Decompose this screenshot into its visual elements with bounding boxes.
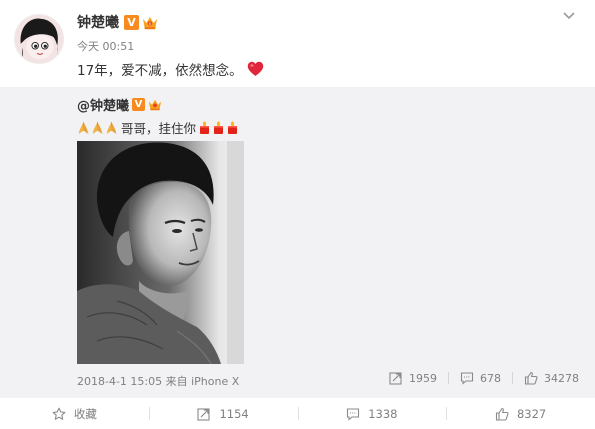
comment-label: 1338 bbox=[368, 406, 398, 421]
repost-like-count[interactable]: 34278 bbox=[524, 371, 579, 385]
reposted-weibo: @钟楚曦 V 哥哥，挂住你 2018-4-1 15:05 来自 iPhone X… bbox=[0, 87, 595, 398]
forward-label: 1154 bbox=[219, 406, 249, 421]
pray-emoji-icon bbox=[92, 121, 103, 134]
repost-like-label: 34278 bbox=[544, 371, 579, 385]
repost-text: 哥哥，挂住你 bbox=[77, 118, 240, 137]
forward-button[interactable]: 1154 bbox=[148, 398, 298, 429]
repost-author-name[interactable]: @钟楚曦 bbox=[77, 95, 129, 114]
svg-text:6: 6 bbox=[149, 22, 151, 26]
verified-badge-icon: V bbox=[132, 98, 146, 111]
comment-icon bbox=[347, 407, 360, 421]
repost-comment-label: 678 bbox=[480, 371, 501, 385]
chevron-down-icon[interactable] bbox=[561, 10, 577, 22]
thumbs-up-icon bbox=[524, 371, 538, 385]
post-text-content: 17年，爱不减，依然想念。 bbox=[77, 63, 243, 79]
action-bar: 收藏 1154 1338 8327 bbox=[0, 398, 595, 429]
repost-meta[interactable]: 2018-4-1 15:05 来自 iPhone X bbox=[77, 373, 239, 389]
pray-emoji-icon bbox=[106, 121, 117, 134]
candle-emoji-icon bbox=[214, 120, 224, 134]
star-icon bbox=[52, 407, 66, 420]
weibo-post-card: 钟楚曦 V 6 今天 00:51 17年，爱不减，依然想念。 @钟楚曦 V 哥哥… bbox=[0, 0, 595, 429]
heart-emoji-icon bbox=[247, 61, 263, 76]
like-label: 8327 bbox=[516, 406, 547, 421]
author-avatar[interactable] bbox=[14, 14, 64, 64]
comment-icon bbox=[460, 372, 474, 385]
verified-badge-icon: V bbox=[124, 14, 139, 30]
candle-emoji-icon bbox=[200, 120, 210, 134]
post-time[interactable]: 今天 00:51 bbox=[77, 38, 134, 54]
repost-stats: 1959 678 34278 bbox=[389, 371, 579, 385]
comment-button[interactable]: 1338 bbox=[297, 398, 447, 429]
like-button[interactable]: 8327 bbox=[446, 398, 595, 429]
repost-author-row: @钟楚曦 V bbox=[77, 95, 162, 114]
pray-emoji-icon bbox=[78, 121, 89, 134]
candle-emoji-icon bbox=[228, 120, 238, 134]
forward-icon bbox=[197, 407, 211, 421]
divider bbox=[448, 372, 449, 384]
member-crown-icon[interactable]: 6 bbox=[142, 15, 158, 30]
repost-text-content: 哥哥，挂住你 bbox=[121, 121, 197, 136]
repost-forward-count[interactable]: 1959 bbox=[389, 371, 437, 385]
author-row: 钟楚曦 V 6 bbox=[77, 12, 158, 32]
author-name[interactable]: 钟楚曦 bbox=[77, 12, 119, 32]
collect-label: 收藏 bbox=[73, 406, 97, 421]
post-text: 17年，爱不减，依然想念。 bbox=[77, 59, 264, 79]
member-crown-icon[interactable] bbox=[148, 98, 162, 111]
repost-photo[interactable] bbox=[77, 141, 244, 364]
divider bbox=[512, 372, 513, 384]
forward-icon bbox=[389, 372, 402, 385]
thumbs-up-icon bbox=[495, 407, 509, 421]
repost-forward-label: 1959 bbox=[409, 371, 437, 385]
collect-button[interactable]: 收藏 bbox=[0, 398, 149, 429]
repost-comment-count[interactable]: 678 bbox=[460, 371, 501, 385]
